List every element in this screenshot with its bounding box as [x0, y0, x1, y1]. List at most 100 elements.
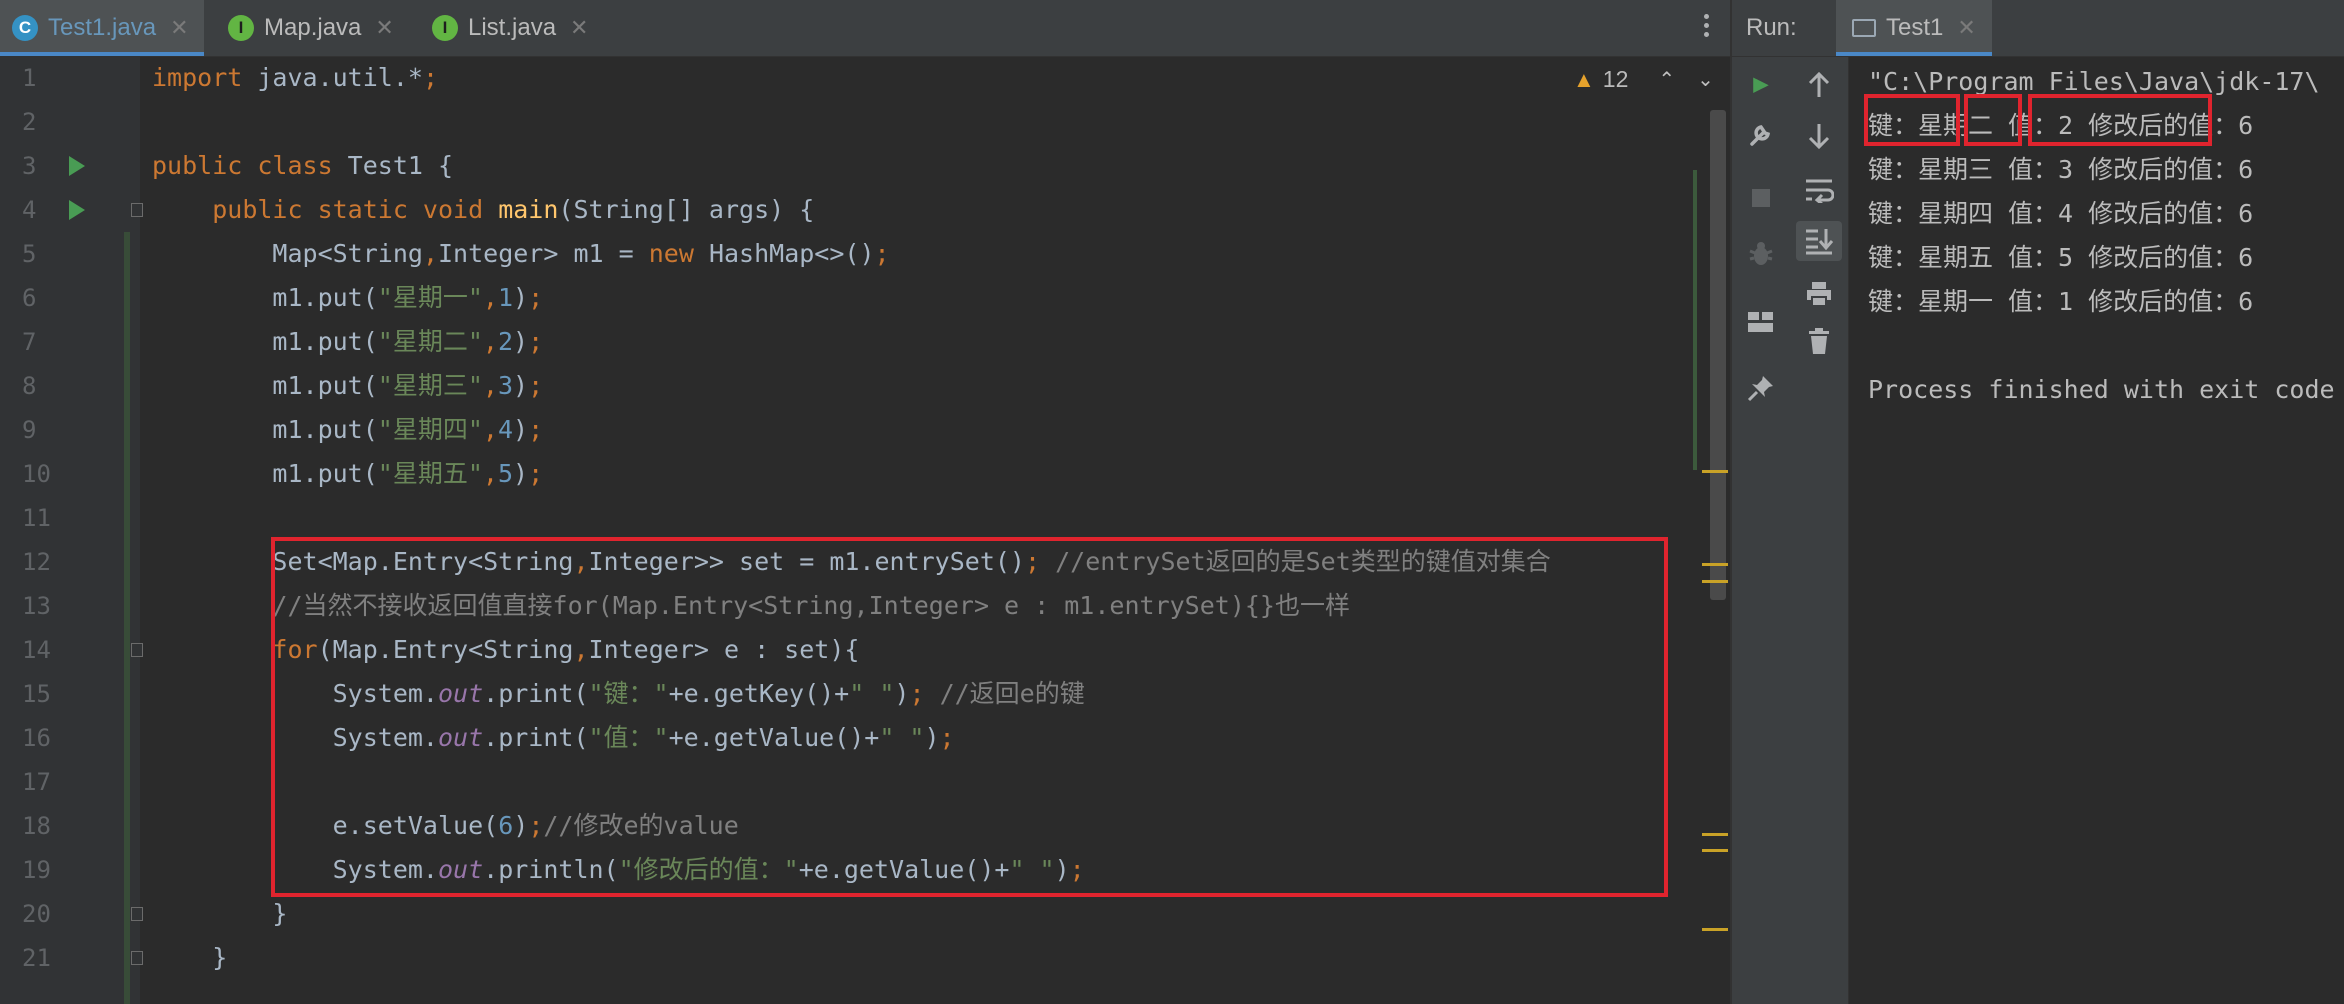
- line-number: 2: [22, 108, 37, 136]
- code-token: ;: [422, 63, 438, 92]
- scroll-down-icon[interactable]: [1790, 116, 1848, 156]
- code-token: "星期四": [377, 415, 483, 444]
- code-token: m1.put(: [152, 283, 378, 312]
- tab-test1-java[interactable]: C Test1.java ✕: [0, 0, 204, 56]
- next-highlight-icon[interactable]: ⌄: [1697, 67, 1714, 92]
- java-interface-icon: I: [432, 15, 458, 41]
- tab-map-java[interactable]: I Map.java ✕: [216, 0, 406, 56]
- line-number: 13: [22, 592, 51, 620]
- code-token: public static void: [212, 195, 499, 224]
- code-line[interactable]: }: [152, 892, 287, 936]
- code-token: 5: [497, 459, 514, 488]
- code-token: (String[] args) {: [558, 195, 815, 224]
- fold-icon[interactable]: [131, 951, 143, 965]
- run-gutter-icon[interactable]: [69, 200, 85, 220]
- code-token: ): [513, 371, 529, 400]
- code-token: Map<String: [152, 239, 423, 268]
- java-interface-icon: I: [228, 15, 254, 41]
- line-number: 21: [22, 944, 51, 972]
- warning-marker[interactable]: [1702, 833, 1728, 836]
- warning-marker[interactable]: [1702, 928, 1728, 931]
- more-options-icon[interactable]: [1704, 14, 1710, 41]
- run-tab-label: Test1: [1886, 14, 1944, 41]
- close-icon[interactable]: ✕: [570, 15, 588, 41]
- code-token: ,: [482, 371, 498, 400]
- editor-scrollbar[interactable]: [1710, 110, 1726, 600]
- debug-bug-icon[interactable]: [1732, 234, 1790, 274]
- line-number: 4: [22, 196, 37, 224]
- code-token: ): [513, 283, 529, 312]
- code-token: Test1 {: [347, 151, 454, 180]
- code-line[interactable]: Map<String,Integer> m1 = new HashMap<>()…: [152, 232, 890, 276]
- print-icon[interactable]: [1790, 274, 1848, 314]
- code-line[interactable]: m1.put("星期二",2);: [152, 320, 543, 364]
- run-label: Run:: [1746, 14, 1797, 41]
- warning-count: 12: [1602, 66, 1629, 92]
- code-token: 2: [497, 327, 514, 356]
- line-number: 11: [22, 504, 51, 532]
- line-number: 10: [22, 460, 51, 488]
- line-number: 7: [22, 328, 37, 356]
- code-line[interactable]: m1.put("星期四",4);: [152, 408, 543, 452]
- tab-label: List.java: [468, 14, 557, 41]
- soft-wrap-icon[interactable]: [1790, 170, 1848, 210]
- close-icon[interactable]: ✕: [1957, 15, 1975, 41]
- code-token: ;: [874, 239, 890, 268]
- line-number: 6: [22, 284, 37, 312]
- tab-list-java[interactable]: I List.java ✕: [420, 0, 610, 56]
- code-token: new: [648, 239, 709, 268]
- warning-marker[interactable]: [1702, 470, 1728, 473]
- fold-icon[interactable]: [131, 643, 143, 657]
- pin-icon[interactable]: [1732, 368, 1790, 408]
- run-tab-test1[interactable]: Test1 ✕: [1836, 0, 1992, 56]
- line-number: 5: [22, 240, 37, 268]
- trash-icon[interactable]: [1790, 321, 1848, 361]
- warning-marker[interactable]: [1702, 849, 1728, 852]
- code-line[interactable]: public static void main(String[] args) {: [152, 188, 814, 232]
- console-line: 键：星期三 值：3 修改后的值：6: [1868, 155, 2254, 184]
- run-tool-window: Run: Test1 ✕ ▶ "C:\Program Files\Java\jd…: [1730, 0, 2344, 1004]
- code-line[interactable]: m1.put("星期三",3);: [152, 364, 543, 408]
- fold-icon[interactable]: [131, 203, 143, 217]
- code-line[interactable]: }: [152, 936, 227, 980]
- code-token: import: [152, 63, 258, 92]
- line-number: 15: [22, 680, 51, 708]
- fold-icon[interactable]: [131, 907, 143, 921]
- close-icon[interactable]: ✕: [375, 15, 393, 41]
- run-toolbar-right: [1790, 57, 1849, 1004]
- code-token: ,: [482, 327, 498, 356]
- close-icon[interactable]: ✕: [170, 15, 188, 41]
- run-gutter-icon[interactable]: [69, 156, 85, 176]
- code-token: 3: [497, 371, 514, 400]
- code-token: ;: [528, 371, 544, 400]
- code-line[interactable]: m1.put("星期五",5);: [152, 452, 543, 496]
- scroll-to-end-icon[interactable]: [1796, 221, 1842, 261]
- stop-icon[interactable]: [1732, 178, 1790, 218]
- change-stripe: [1693, 170, 1697, 470]
- code-line[interactable]: m1.put("星期一",1);: [152, 276, 543, 320]
- rerun-icon[interactable]: ▶: [1732, 64, 1790, 104]
- scroll-up-icon[interactable]: [1790, 65, 1848, 105]
- line-number: 16: [22, 724, 51, 752]
- run-header: Run: Test1 ✕: [1732, 0, 2344, 57]
- code-line[interactable]: import java.util.*;: [152, 56, 438, 100]
- code-line[interactable]: public class Test1 {: [152, 144, 453, 188]
- code-token: "星期二": [377, 327, 483, 356]
- code-token: ,: [482, 283, 498, 312]
- code-token: ): [513, 415, 529, 444]
- code-token: 1: [497, 283, 514, 312]
- console-icon: [1852, 19, 1876, 37]
- layout-icon[interactable]: [1732, 302, 1790, 342]
- code-token: ,: [482, 415, 498, 444]
- java-class-icon: C: [12, 15, 38, 41]
- code-token: "星期三": [377, 371, 483, 400]
- line-number: 3: [22, 152, 37, 180]
- warning-marker[interactable]: [1702, 563, 1728, 566]
- wrench-icon[interactable]: [1732, 114, 1790, 154]
- code-token: ;: [528, 459, 544, 488]
- warning-marker[interactable]: [1702, 580, 1728, 583]
- inspection-widget[interactable]: ▲ 12 ⌃ ⌄: [1573, 66, 1714, 93]
- code-token: "星期五": [377, 459, 483, 488]
- previous-highlight-icon[interactable]: ⌃: [1658, 67, 1675, 92]
